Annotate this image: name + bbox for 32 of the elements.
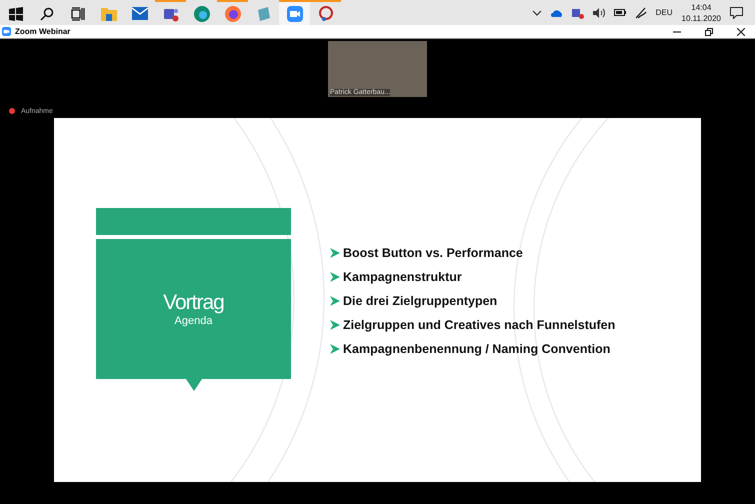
arrow-bullet-icon (330, 344, 340, 354)
pen-icon[interactable] (634, 6, 647, 18)
bullet-text: Kampagnenbenennung / Naming Convention (343, 342, 610, 356)
clock-date[interactable]: 10.11.2020 (682, 12, 721, 24)
teams-icon[interactable] (572, 6, 584, 18)
bullet-text: Die drei Zielgruppentypen (343, 294, 498, 308)
task-view-icon (70, 6, 84, 20)
notification-icon[interactable] (730, 6, 743, 18)
folder-icon (100, 6, 116, 20)
speaker-icon[interactable] (592, 8, 605, 18)
windows-logo-icon (8, 6, 22, 20)
search-icon (40, 6, 54, 20)
bullet-text: Kampagnenstruktur (343, 270, 462, 284)
close-icon[interactable] (737, 28, 745, 36)
clock-time[interactable]: 14:04 (691, 2, 712, 12)
bullet-text: Zielgruppen und Creatives nach Funnelstufen (343, 318, 616, 332)
cloud-icon[interactable] (550, 8, 563, 16)
arrow-bullet-icon (330, 296, 340, 306)
window-title: Zoom Webinar (15, 27, 70, 36)
chevron-icon[interactable] (532, 10, 542, 16)
bullet-text: Boost Button vs. Performance (343, 246, 523, 260)
arrow-bullet-icon (330, 320, 340, 330)
recording-dot-icon (9, 108, 15, 114)
battery-icon[interactable] (614, 9, 626, 16)
slide-title: Vortrag (163, 291, 224, 315)
envelope-icon (132, 7, 148, 20)
video-camera-icon (286, 6, 302, 22)
arrow-bullet-icon (330, 248, 340, 258)
restore-icon[interactable] (705, 28, 713, 36)
language-indicator[interactable]: DEU (656, 8, 673, 17)
slide-subtitle: Agenda (174, 315, 212, 327)
arrow-bullet-icon (330, 272, 340, 282)
